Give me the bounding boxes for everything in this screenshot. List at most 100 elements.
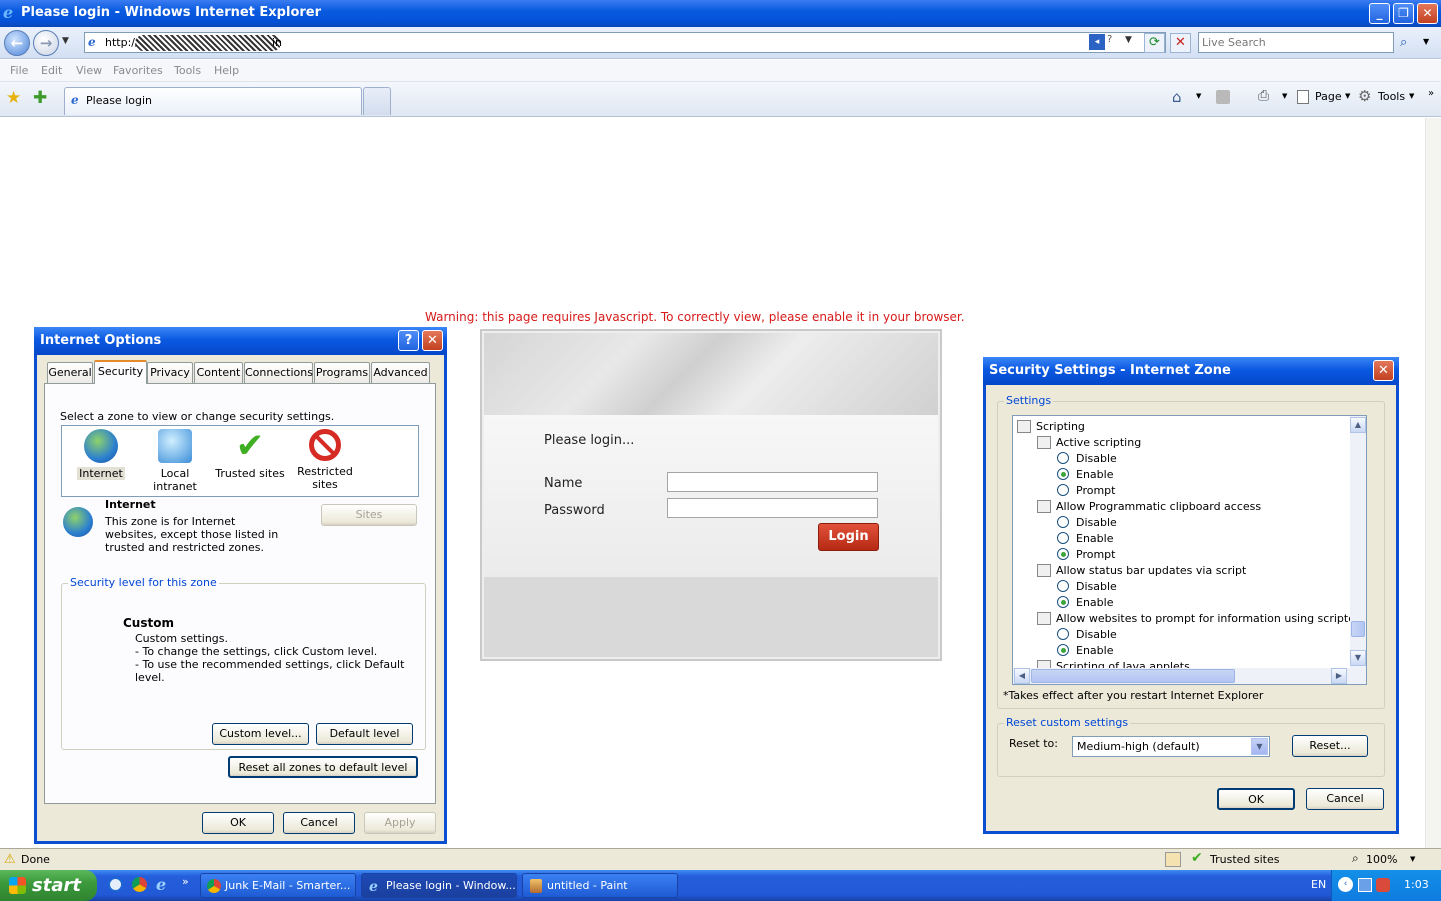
menu-edit[interactable]: Edit: [41, 64, 62, 77]
tab-connections[interactable]: Connections: [244, 362, 313, 383]
clock[interactable]: 1:03: [1404, 878, 1429, 891]
settings-tree[interactable]: Scripting Active scripting Disable Enable Pr…: [1012, 415, 1367, 685]
tab-please-login[interactable]: e Please login: [64, 87, 362, 115]
radio-selected-icon[interactable]: [1057, 468, 1069, 480]
forward-button[interactable]: →: [33, 30, 59, 56]
tab-advanced[interactable]: Advanced: [371, 362, 430, 383]
tab-general[interactable]: General: [47, 362, 93, 383]
menu-file[interactable]: File: [10, 64, 28, 77]
tray-expand-icon[interactable]: ‹: [1338, 877, 1353, 892]
favorites-star-icon[interactable]: ★: [6, 88, 21, 108]
radio-unselected-icon[interactable]: [1057, 628, 1069, 640]
setting-radio-disable[interactable]: Disable: [1057, 452, 1117, 468]
scroll-right-icon[interactable]: ▶: [1331, 668, 1347, 684]
taskbar-item-paint[interactable]: untitled - Paint: [522, 873, 678, 898]
taskbar-item-junk-email[interactable]: Junk E-Mail - Smarter...: [200, 873, 356, 898]
language-indicator[interactable]: EN: [1311, 878, 1326, 891]
print-dropdown-icon[interactable]: ▼: [1282, 92, 1287, 100]
radio-unselected-icon[interactable]: [1057, 484, 1069, 496]
zone-trusted-sites[interactable]: ✔ Trusted sites: [215, 429, 285, 480]
cancel-button[interactable]: Cancel: [283, 812, 355, 834]
address-bar[interactable]: e http:// in ◂ ? ▼: [84, 32, 1166, 53]
security-ok-button[interactable]: OK: [1217, 788, 1295, 810]
security-cancel-button[interactable]: Cancel: [1306, 788, 1384, 810]
search-options-icon[interactable]: ▼: [1423, 37, 1429, 46]
home-dropdown-icon[interactable]: ▼: [1196, 92, 1201, 100]
scroll-down-icon[interactable]: ▼: [1350, 650, 1366, 666]
quicklaunch-chrome-icon[interactable]: [132, 877, 147, 892]
protected-mode-icon[interactable]: [1165, 852, 1181, 867]
page-menu[interactable]: Page: [1315, 90, 1342, 103]
internet-options-close-button[interactable]: ✕: [422, 330, 443, 351]
quicklaunch-more-icon[interactable]: »: [182, 875, 189, 888]
setting-radio-enable[interactable]: Enable: [1057, 532, 1113, 548]
compat-icon[interactable]: ◂: [1089, 34, 1105, 50]
ok-button[interactable]: OK: [202, 812, 274, 834]
tools-menu[interactable]: Tools: [1378, 90, 1405, 103]
tray-security-icon[interactable]: [1376, 878, 1390, 892]
default-level-button[interactable]: Default level: [316, 723, 413, 745]
history-dropdown-icon[interactable]: ▼: [62, 36, 69, 46]
sites-button[interactable]: Sites: [321, 504, 417, 526]
zone-restricted-sites[interactable]: Restricted sites: [290, 429, 360, 491]
radio-unselected-icon[interactable]: [1057, 516, 1069, 528]
radio-selected-icon[interactable]: [1057, 644, 1069, 656]
security-settings-close-button[interactable]: ✕: [1373, 360, 1394, 381]
zoom-level[interactable]: 100%: [1366, 853, 1397, 866]
setting-radio-enable[interactable]: Enable: [1057, 644, 1113, 660]
page-dropdown-icon[interactable]: ▼: [1345, 92, 1350, 100]
refresh-icon[interactable]: ⟳: [1144, 33, 1165, 53]
setting-radio-enable[interactable]: Enable: [1057, 468, 1113, 484]
login-button[interactable]: Login: [818, 523, 879, 551]
taskbar-item-please-login[interactable]: e Please login - Window...: [361, 873, 517, 898]
add-favorite-icon[interactable]: ✚: [33, 88, 47, 108]
new-tab-button[interactable]: [363, 87, 391, 115]
home-icon[interactable]: ⌂: [1172, 88, 1182, 106]
start-button[interactable]: start: [0, 870, 97, 901]
password-input[interactable]: [667, 498, 878, 518]
tree-horizontal-scrollbar[interactable]: ◀ ▶: [1013, 668, 1366, 684]
restore-button[interactable]: ❐: [1393, 3, 1414, 24]
security-zone[interactable]: Trusted sites: [1210, 853, 1280, 866]
minimize-button[interactable]: _: [1369, 3, 1390, 24]
tray-network-icon[interactable]: [1358, 878, 1372, 892]
menu-tools[interactable]: Tools: [174, 64, 201, 77]
chevron-more-icon[interactable]: »: [1428, 88, 1434, 99]
vertical-scroll-thumb[interactable]: [1351, 621, 1365, 637]
help-icon[interactable]: ?: [1107, 34, 1112, 45]
reset-all-zones-button[interactable]: Reset all zones to default level: [228, 756, 418, 778]
radio-unselected-icon[interactable]: [1057, 532, 1069, 544]
zone-internet[interactable]: Internet: [66, 429, 136, 480]
name-input[interactable]: [667, 472, 878, 492]
search-input[interactable]: Live Search: [1198, 32, 1394, 53]
setting-radio-disable[interactable]: Disable: [1057, 516, 1117, 532]
internet-options-title-bar[interactable]: Internet Options ? ✕: [34, 327, 447, 355]
page-scrollbar[interactable]: [1425, 118, 1441, 848]
menu-help[interactable]: Help: [214, 64, 239, 77]
tab-privacy[interactable]: Privacy: [147, 362, 193, 383]
url-dropdown-icon[interactable]: ▼: [1125, 35, 1132, 45]
reset-button[interactable]: Reset...: [1292, 735, 1368, 757]
apply-button[interactable]: Apply: [364, 812, 436, 834]
help-button[interactable]: ?: [398, 330, 419, 351]
print-icon[interactable]: ⎙: [1258, 88, 1269, 104]
feeds-icon[interactable]: [1216, 90, 1230, 104]
setting-radio-disable[interactable]: Disable: [1057, 628, 1117, 644]
search-icon[interactable]: ⌕: [1400, 35, 1407, 50]
tab-programs[interactable]: Programs: [314, 362, 370, 383]
quicklaunch-ie7-icon[interactable]: e: [156, 875, 166, 894]
back-button[interactable]: ←: [4, 30, 30, 56]
radio-unselected-icon[interactable]: [1057, 580, 1069, 592]
custom-level-button[interactable]: Custom level...: [212, 723, 309, 745]
stop-icon[interactable]: ✕: [1170, 33, 1191, 53]
security-settings-title-bar[interactable]: Security Settings - Internet Zone ✕: [983, 357, 1399, 385]
setting-radio-enable[interactable]: Enable: [1057, 596, 1113, 612]
zone-local-intranet[interactable]: Local intranet: [140, 429, 210, 493]
tools-dropdown-icon[interactable]: ▼: [1409, 92, 1414, 100]
horizontal-scroll-thumb[interactable]: [1031, 669, 1235, 683]
setting-radio-disable[interactable]: Disable: [1057, 580, 1117, 596]
setting-radio-prompt[interactable]: Prompt: [1057, 548, 1115, 564]
select-dropdown-icon[interactable]: ▼: [1251, 738, 1268, 755]
scroll-left-icon[interactable]: ◀: [1014, 668, 1030, 684]
tree-vertical-scrollbar[interactable]: ▲ ▼: [1350, 416, 1366, 668]
